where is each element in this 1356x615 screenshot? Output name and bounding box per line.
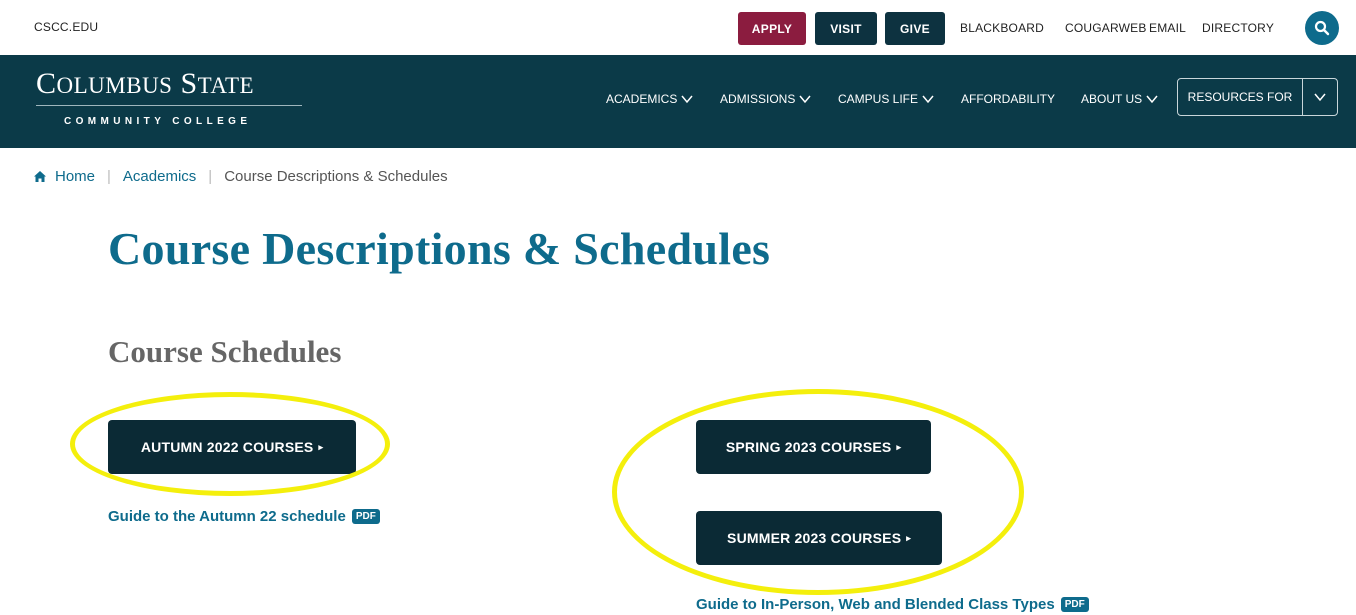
email-link[interactable]: EMAIL — [1149, 21, 1186, 35]
nav-academics[interactable]: ACADEMICS — [606, 92, 694, 106]
breadcrumb-current: Course Descriptions & Schedules — [224, 168, 448, 185]
site-home-link[interactable]: CSCC.EDU — [34, 20, 98, 34]
autumn-2022-courses-button[interactable]: AUTUMN 2022 COURSES ▸ — [108, 420, 356, 474]
chevron-down-icon — [1146, 95, 1158, 104]
home-icon — [34, 171, 46, 182]
caret-right-icon: ▸ — [318, 441, 324, 452]
search-button[interactable] — [1305, 11, 1339, 45]
college-logo[interactable]: COLUMBUS STATE COMMUNITY COLLEGE — [36, 67, 304, 127]
utility-bar: CSCC.EDU APPLY VISIT GIVE BLACKBOARD COU… — [0, 0, 1356, 55]
nav-campus-life[interactable]: CAMPUS LIFE — [838, 92, 935, 106]
logo-subtitle: COMMUNITY COLLEGE — [64, 116, 252, 127]
chevron-down-icon — [1314, 93, 1326, 102]
caret-right-icon: ▸ — [906, 532, 911, 543]
autumn-guide-link[interactable]: Guide to the Autumn 22 schedule PDF — [108, 508, 380, 525]
breadcrumb-home[interactable]: Home — [55, 168, 95, 185]
resources-for-dropdown[interactable]: RESOURCES FOR — [1177, 78, 1338, 116]
directory-link[interactable]: DIRECTORY — [1202, 21, 1274, 35]
section-title: Course Schedules — [108, 334, 342, 369]
pdf-badge: PDF — [1060, 597, 1089, 612]
chevron-down-icon — [922, 95, 934, 104]
page-title: Course Descriptions & Schedules — [108, 223, 771, 274]
breadcrumb: Home | Academics | Course Descriptions &… — [33, 168, 448, 185]
give-button[interactable]: GIVE — [885, 12, 945, 45]
breadcrumb-separator: | — [208, 168, 213, 185]
breadcrumb-academics[interactable]: Academics — [123, 168, 196, 185]
nav-affordability[interactable]: AFFORDABILITY — [961, 92, 1055, 106]
apply-button[interactable]: APPLY — [738, 12, 806, 45]
chevron-down-icon — [681, 95, 693, 104]
chevron-down-icon — [799, 95, 811, 104]
nav-admissions[interactable]: ADMISSIONS — [720, 92, 812, 106]
nav-about-us[interactable]: ABOUT US — [1081, 92, 1159, 106]
visit-button[interactable]: VISIT — [815, 12, 877, 45]
spring-2023-courses-button[interactable]: SPRING 2023 COURSES ▸ — [696, 420, 931, 474]
pdf-badge: PDF — [351, 509, 380, 524]
caret-right-icon: ▸ — [896, 441, 902, 452]
main-navigation: COLUMBUS STATE COMMUNITY COLLEGE ACADEMI… — [0, 55, 1356, 148]
logo-rule — [36, 105, 302, 106]
cougarweb-link[interactable]: COUGARWEB — [1065, 21, 1147, 35]
resources-for-label: RESOURCES FOR — [1178, 79, 1303, 115]
class-types-guide-link[interactable]: Guide to In-Person, Web and Blended Clas… — [696, 596, 1089, 613]
resources-toggle[interactable] — [1303, 79, 1337, 115]
search-icon — [1314, 20, 1330, 36]
blackboard-link[interactable]: BLACKBOARD — [960, 21, 1044, 35]
breadcrumb-separator: | — [107, 168, 111, 185]
summer-2023-courses-button[interactable]: SUMMER 2023 COURSES ▸ — [696, 511, 942, 565]
logo-wordmark: COLUMBUS STATE — [36, 67, 255, 100]
